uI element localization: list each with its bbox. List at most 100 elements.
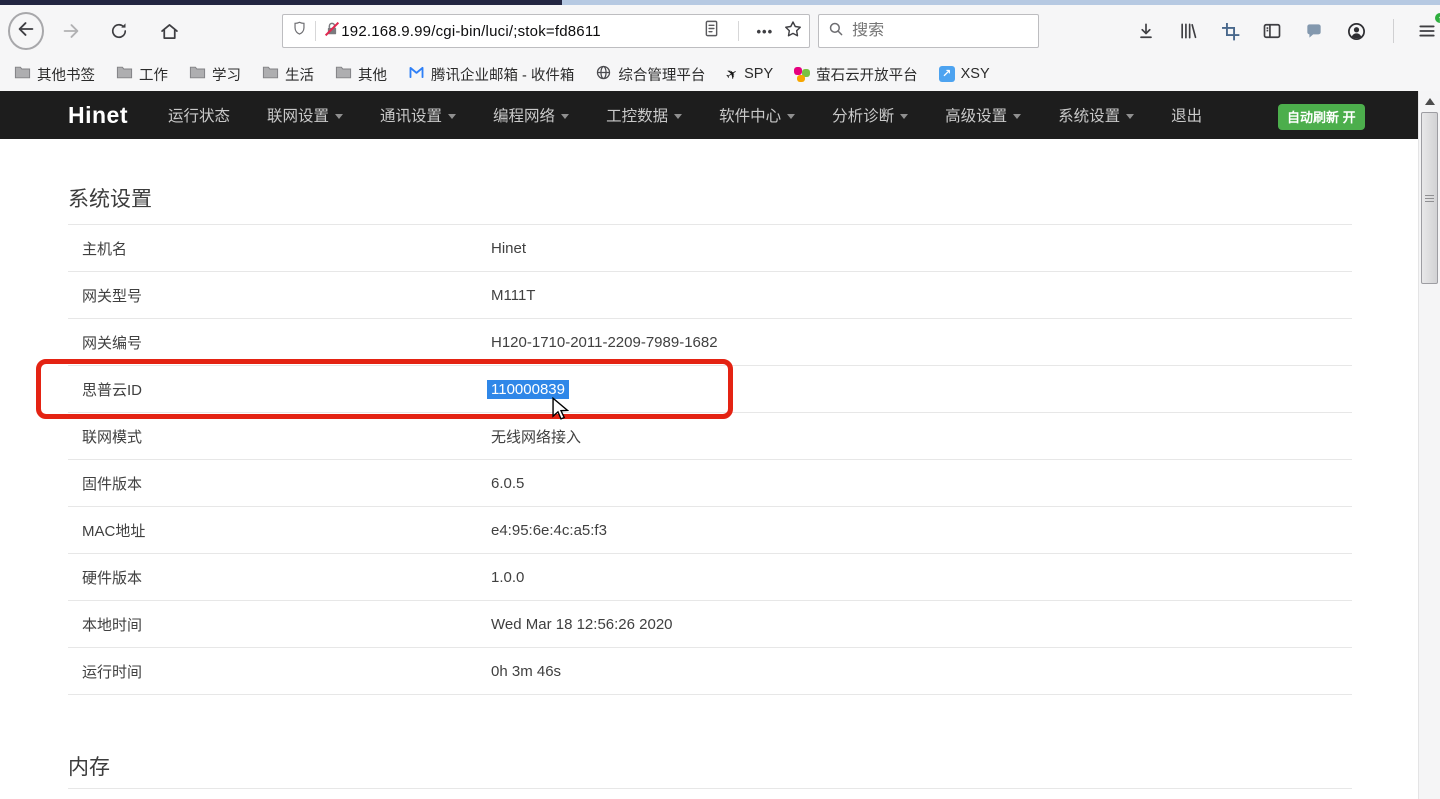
selected-cloud-id-value[interactable]: 110000839 xyxy=(487,380,569,399)
screenshot-crop-icon[interactable] xyxy=(1217,18,1243,44)
chevron-down-icon xyxy=(335,114,343,119)
table-row: 固件版本 6.0.5 xyxy=(68,459,1352,506)
nav-item-diagnostics[interactable]: 分析诊断 xyxy=(832,104,908,126)
auto-refresh-toggle[interactable]: 自动刷新 开 xyxy=(1278,104,1365,130)
home-button[interactable] xyxy=(152,14,186,48)
memory-section-title: 内存 xyxy=(68,751,110,781)
url-field[interactable]: 192.168.9.99/cgi-bin/luci/;stok=fd8611 xyxy=(341,23,698,40)
row-value: H120-1710-2011-2209-7989-1682 xyxy=(491,334,1352,351)
table-row: 主机名 Hinet xyxy=(68,224,1352,271)
folder-icon xyxy=(14,65,31,84)
nav-item-network-settings[interactable]: 联网设置 xyxy=(267,104,343,126)
forward-button[interactable] xyxy=(54,14,88,48)
chevron-down-icon xyxy=(1013,114,1021,119)
row-label: 本地时间 xyxy=(68,614,491,635)
scroll-up-arrow-icon[interactable] xyxy=(1425,98,1435,105)
nav-item-industrial-data[interactable]: 工控数据 xyxy=(606,104,682,126)
downloads-icon[interactable] xyxy=(1133,18,1159,44)
tencent-exmail-icon xyxy=(408,65,425,84)
shield-icon[interactable] xyxy=(291,20,308,42)
library-icon[interactable] xyxy=(1175,18,1201,44)
row-value: 无线网络接入 xyxy=(491,426,1352,447)
row-label: 主机名 xyxy=(68,238,491,259)
row-label: 网关型号 xyxy=(68,285,491,306)
reload-icon xyxy=(109,21,129,41)
row-label: 运行时间 xyxy=(68,661,491,682)
page-actions-divider xyxy=(738,21,739,41)
row-value: Wed Mar 18 12:56:26 2020 xyxy=(491,616,1352,633)
folder-icon xyxy=(116,65,133,84)
folder-icon xyxy=(262,65,279,84)
nav-item-running-status[interactable]: 运行状态 xyxy=(168,104,230,126)
back-icon xyxy=(15,18,37,45)
bookmark-spy[interactable]: ✈ SPY xyxy=(726,66,773,83)
chevron-down-icon xyxy=(561,114,569,119)
page-actions-icon[interactable]: ••• xyxy=(756,24,773,39)
row-value: Hinet xyxy=(491,240,1352,257)
url-bar[interactable]: 192.168.9.99/cgi-bin/luci/;stok=fd8611 •… xyxy=(282,14,810,48)
system-info-table: 主机名 Hinet 网关型号 M111T 网关编号 H120-1710-2011… xyxy=(68,224,1352,695)
memory-section-divider xyxy=(68,788,1352,789)
plane-icon: ✈ xyxy=(723,64,742,85)
page-title: 系统设置 xyxy=(68,183,152,213)
table-row-cloud-id: 思普云ID 110000839 xyxy=(68,365,1352,412)
chevron-down-icon xyxy=(900,114,908,119)
menu-hamburger-icon[interactable]: ↑ xyxy=(1414,18,1440,44)
folder-icon xyxy=(335,65,352,84)
table-row: 硬件版本 1.0.0 xyxy=(68,553,1352,600)
bookmark-folder-misc[interactable]: 其他 xyxy=(335,64,387,85)
bookmark-management-platform[interactable]: 综合管理平台 xyxy=(595,64,705,85)
forward-icon xyxy=(60,20,82,42)
search-icon xyxy=(827,20,845,43)
account-icon[interactable] xyxy=(1343,18,1369,44)
vertical-scrollbar[interactable] xyxy=(1418,91,1440,799)
back-button[interactable] xyxy=(8,12,44,50)
row-value: M111T xyxy=(491,287,1352,304)
bookmark-folder-study[interactable]: 学习 xyxy=(189,64,241,85)
bookmark-folder-life[interactable]: 生活 xyxy=(262,64,314,85)
table-row: 网关编号 H120-1710-2011-2209-7989-1682 xyxy=(68,318,1352,365)
bookmark-xsy[interactable]: ↗ XSY xyxy=(939,66,990,82)
browser-window: 192.168.9.99/cgi-bin/luci/;stok=fd8611 •… xyxy=(0,0,1440,799)
bookmarks-bar: 其他书签 工作 学习 生活 其他 腾讯企业邮箱 - 收件箱 综合管理平台 ✈ S xyxy=(0,57,1440,91)
toolbar-divider xyxy=(1393,19,1394,43)
bookmark-ezviz-platform[interactable]: 萤石云开放平台 xyxy=(794,64,918,85)
row-label: 固件版本 xyxy=(68,473,491,494)
row-label: 联网模式 xyxy=(68,426,491,447)
table-row: 联网模式 无线网络接入 xyxy=(68,412,1352,459)
row-label: 思普云ID xyxy=(68,379,491,400)
nav-item-programming-network[interactable]: 编程网络 xyxy=(493,104,569,126)
chevron-down-icon xyxy=(1126,114,1134,119)
nav-item-system-settings[interactable]: 系统设置 xyxy=(1058,104,1134,126)
chevron-down-icon xyxy=(448,114,456,119)
bookmark-folder-work[interactable]: 工作 xyxy=(116,64,168,85)
bookmark-folder-other-tags[interactable]: 其他书签 xyxy=(14,64,95,85)
insecure-lock-icon[interactable] xyxy=(323,20,341,43)
row-value: e4:95:6e:4c:a5:f3 xyxy=(491,522,1352,539)
table-row: 网关型号 M111T xyxy=(68,271,1352,318)
reload-button[interactable] xyxy=(102,14,136,48)
reader-mode-icon[interactable] xyxy=(702,19,721,43)
bookmark-star-icon[interactable] xyxy=(783,19,803,44)
row-label: 网关编号 xyxy=(68,332,491,353)
nav-item-logout[interactable]: 退出 xyxy=(1171,104,1202,126)
search-box[interactable] xyxy=(818,14,1039,48)
bookmark-tencent-exmail[interactable]: 腾讯企业邮箱 - 收件箱 xyxy=(408,64,574,85)
table-row: 运行时间 0h 3m 46s xyxy=(68,647,1352,694)
browser-toolbar: 192.168.9.99/cgi-bin/luci/;stok=fd8611 •… xyxy=(0,5,1440,57)
page-content: 系统设置 主机名 Hinet 网关型号 M111T 网关编号 H120-1710… xyxy=(0,139,1418,799)
folder-icon xyxy=(189,65,206,84)
urlbar-divider xyxy=(315,21,316,41)
sidebar-toggle-icon[interactable] xyxy=(1259,18,1285,44)
search-input[interactable] xyxy=(852,22,1022,40)
messages-bubble-icon[interactable] xyxy=(1301,18,1327,44)
update-badge-icon: ↑ xyxy=(1433,11,1440,25)
nav-item-software-center[interactable]: 软件中心 xyxy=(719,104,795,126)
scrollbar-thumb[interactable] xyxy=(1421,112,1438,284)
nav-item-advanced-settings[interactable]: 高级设置 xyxy=(945,104,1021,126)
site-navbar: Hinet 运行状态 联网设置 通讯设置 编程网络 工控数据 软件中心 分析诊断… xyxy=(0,91,1418,139)
table-row: MAC地址 e4:95:6e:4c:a5:f3 xyxy=(68,506,1352,553)
row-label: 硬件版本 xyxy=(68,567,491,588)
chevron-down-icon xyxy=(787,114,795,119)
nav-item-comm-settings[interactable]: 通讯设置 xyxy=(380,104,456,126)
